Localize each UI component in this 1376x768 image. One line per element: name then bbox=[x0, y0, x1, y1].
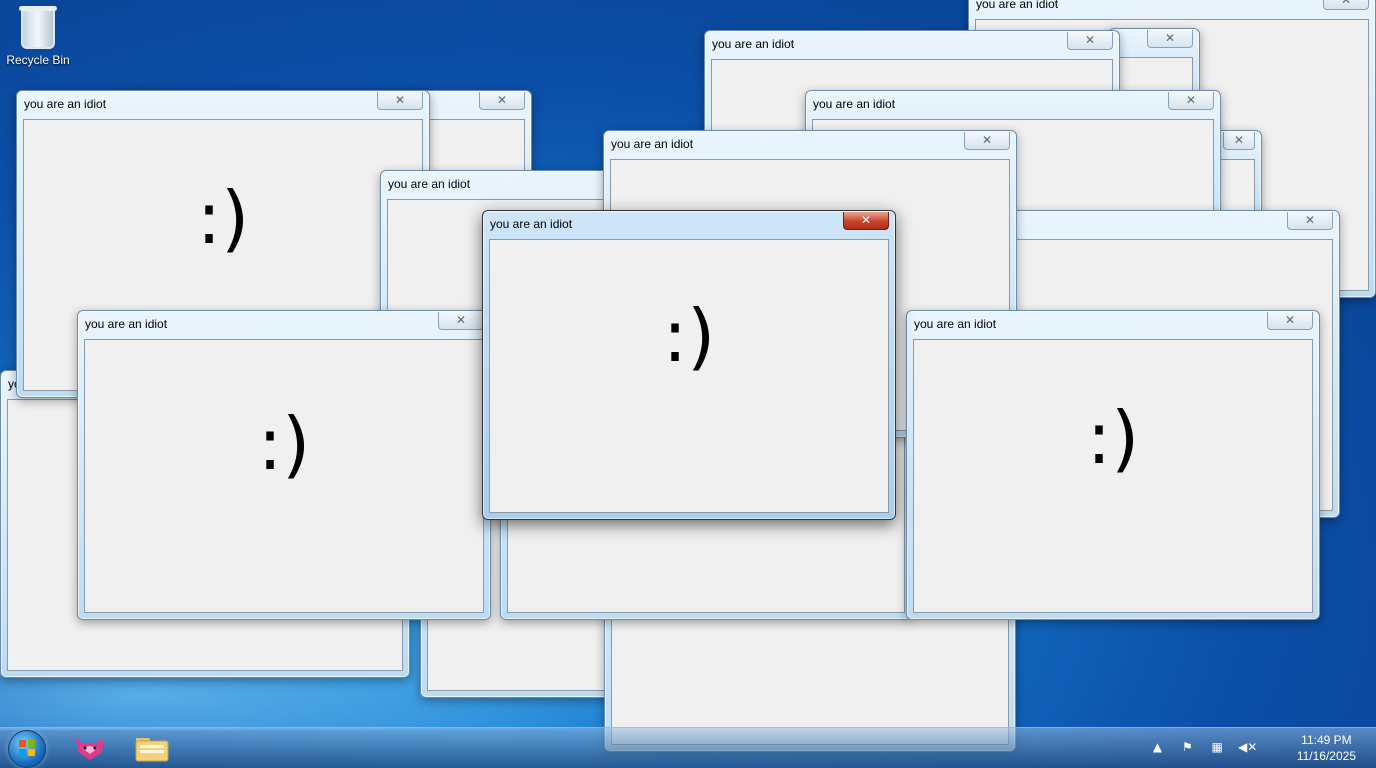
browser-fox-icon-glyph bbox=[76, 738, 104, 760]
window-title: you are an idiot bbox=[490, 217, 573, 231]
title-bar[interactable]: you are an idiot ✕ bbox=[969, 0, 1375, 18]
window-title: you are an idiot bbox=[611, 137, 694, 151]
volume-muted-icon[interactable]: ◀✕ bbox=[1238, 740, 1257, 754]
popup-window-active[interactable]: you are an idiot ✕ :) bbox=[482, 210, 896, 520]
browser-fox-icon[interactable] bbox=[70, 732, 110, 764]
title-bar[interactable]: you are an idiot ✕ bbox=[907, 311, 1319, 338]
close-button[interactable]: ✕ bbox=[1267, 312, 1313, 330]
recycle-bin-can bbox=[21, 11, 55, 49]
popup-window[interactable]: you are an idiot ✕ :) bbox=[77, 310, 491, 620]
windows-flag-icon bbox=[19, 740, 35, 756]
close-button[interactable]: ✕ bbox=[377, 92, 423, 110]
window-title: you are an idiot bbox=[914, 317, 997, 331]
smiley-text: :) bbox=[662, 294, 716, 378]
close-button[interactable]: ✕ bbox=[1168, 92, 1214, 110]
popup-window[interactable]: you are an idiot ✕ :) bbox=[906, 310, 1320, 620]
title-bar[interactable]: you are an idiot bbox=[381, 171, 621, 198]
system-tray: ▲ ⚑ ▦ ◀✕ bbox=[1141, 740, 1257, 756]
recycle-bin-desktop-icon[interactable]: Recycle Bin bbox=[4, 6, 72, 67]
window-client-area: :) bbox=[913, 339, 1313, 613]
clock-date: 11/16/2025 bbox=[1296, 749, 1356, 763]
smiley-text: :) bbox=[257, 402, 311, 486]
taskbar-clock[interactable]: 11:49 PM 11/16/2025 bbox=[1297, 732, 1356, 764]
close-button[interactable]: ✕ bbox=[1287, 212, 1333, 230]
close-button[interactable]: ✕ bbox=[964, 132, 1010, 150]
show-hidden-icons-button[interactable]: ▲ bbox=[1149, 740, 1167, 754]
network-icon[interactable]: ▦ bbox=[1208, 740, 1226, 754]
title-bar[interactable]: ✕ bbox=[1109, 29, 1199, 56]
title-bar[interactable]: you are an idiot ✕ bbox=[483, 211, 895, 238]
smiley-text: :) bbox=[196, 176, 250, 260]
close-button[interactable]: ✕ bbox=[479, 92, 525, 110]
action-center-flag-icon[interactable]: ⚑ bbox=[1178, 740, 1196, 754]
window-title: you are an idiot bbox=[712, 37, 795, 51]
close-button[interactable]: ✕ bbox=[1067, 32, 1113, 50]
title-bar[interactable]: you are an idiot ✕ bbox=[806, 91, 1220, 118]
title-bar[interactable]: you are an idiot ✕ bbox=[17, 91, 429, 118]
window-title: you are an idiot bbox=[388, 177, 471, 191]
smiley-text: :) bbox=[1086, 396, 1140, 480]
windows-start-orb-icon[interactable] bbox=[8, 730, 46, 768]
window-client-area: :) bbox=[84, 339, 484, 613]
window-title: you are an idiot bbox=[976, 0, 1059, 11]
folder-icon-glyph bbox=[135, 738, 169, 762]
taskbar: ▲ ⚑ ▦ ◀✕ 11:49 PM 11/16/2025 bbox=[0, 727, 1376, 768]
close-button[interactable]: ✕ bbox=[1147, 30, 1193, 48]
close-button[interactable]: ✕ bbox=[1223, 132, 1255, 150]
folder-icon[interactable] bbox=[132, 732, 172, 764]
window-title: you are an idiot bbox=[85, 317, 168, 331]
window-client-area bbox=[1217, 159, 1255, 215]
title-bar[interactable]: you are an idiot ✕ bbox=[705, 31, 1119, 58]
clock-time: 11:49 PM bbox=[1301, 733, 1352, 747]
close-button[interactable]: ✕ bbox=[843, 212, 889, 230]
recycle-bin-label: Recycle Bin bbox=[6, 53, 70, 67]
window-client-area: :) bbox=[489, 239, 889, 513]
window-title: you are an idiot bbox=[24, 97, 107, 111]
title-bar[interactable]: you are an idiot ✕ bbox=[604, 131, 1016, 158]
close-button[interactable]: ✕ bbox=[1323, 0, 1369, 10]
close-button[interactable]: ✕ bbox=[438, 312, 484, 330]
window-title: you are an idiot bbox=[813, 97, 896, 111]
title-bar[interactable]: you are an idiot ✕ bbox=[78, 311, 490, 338]
